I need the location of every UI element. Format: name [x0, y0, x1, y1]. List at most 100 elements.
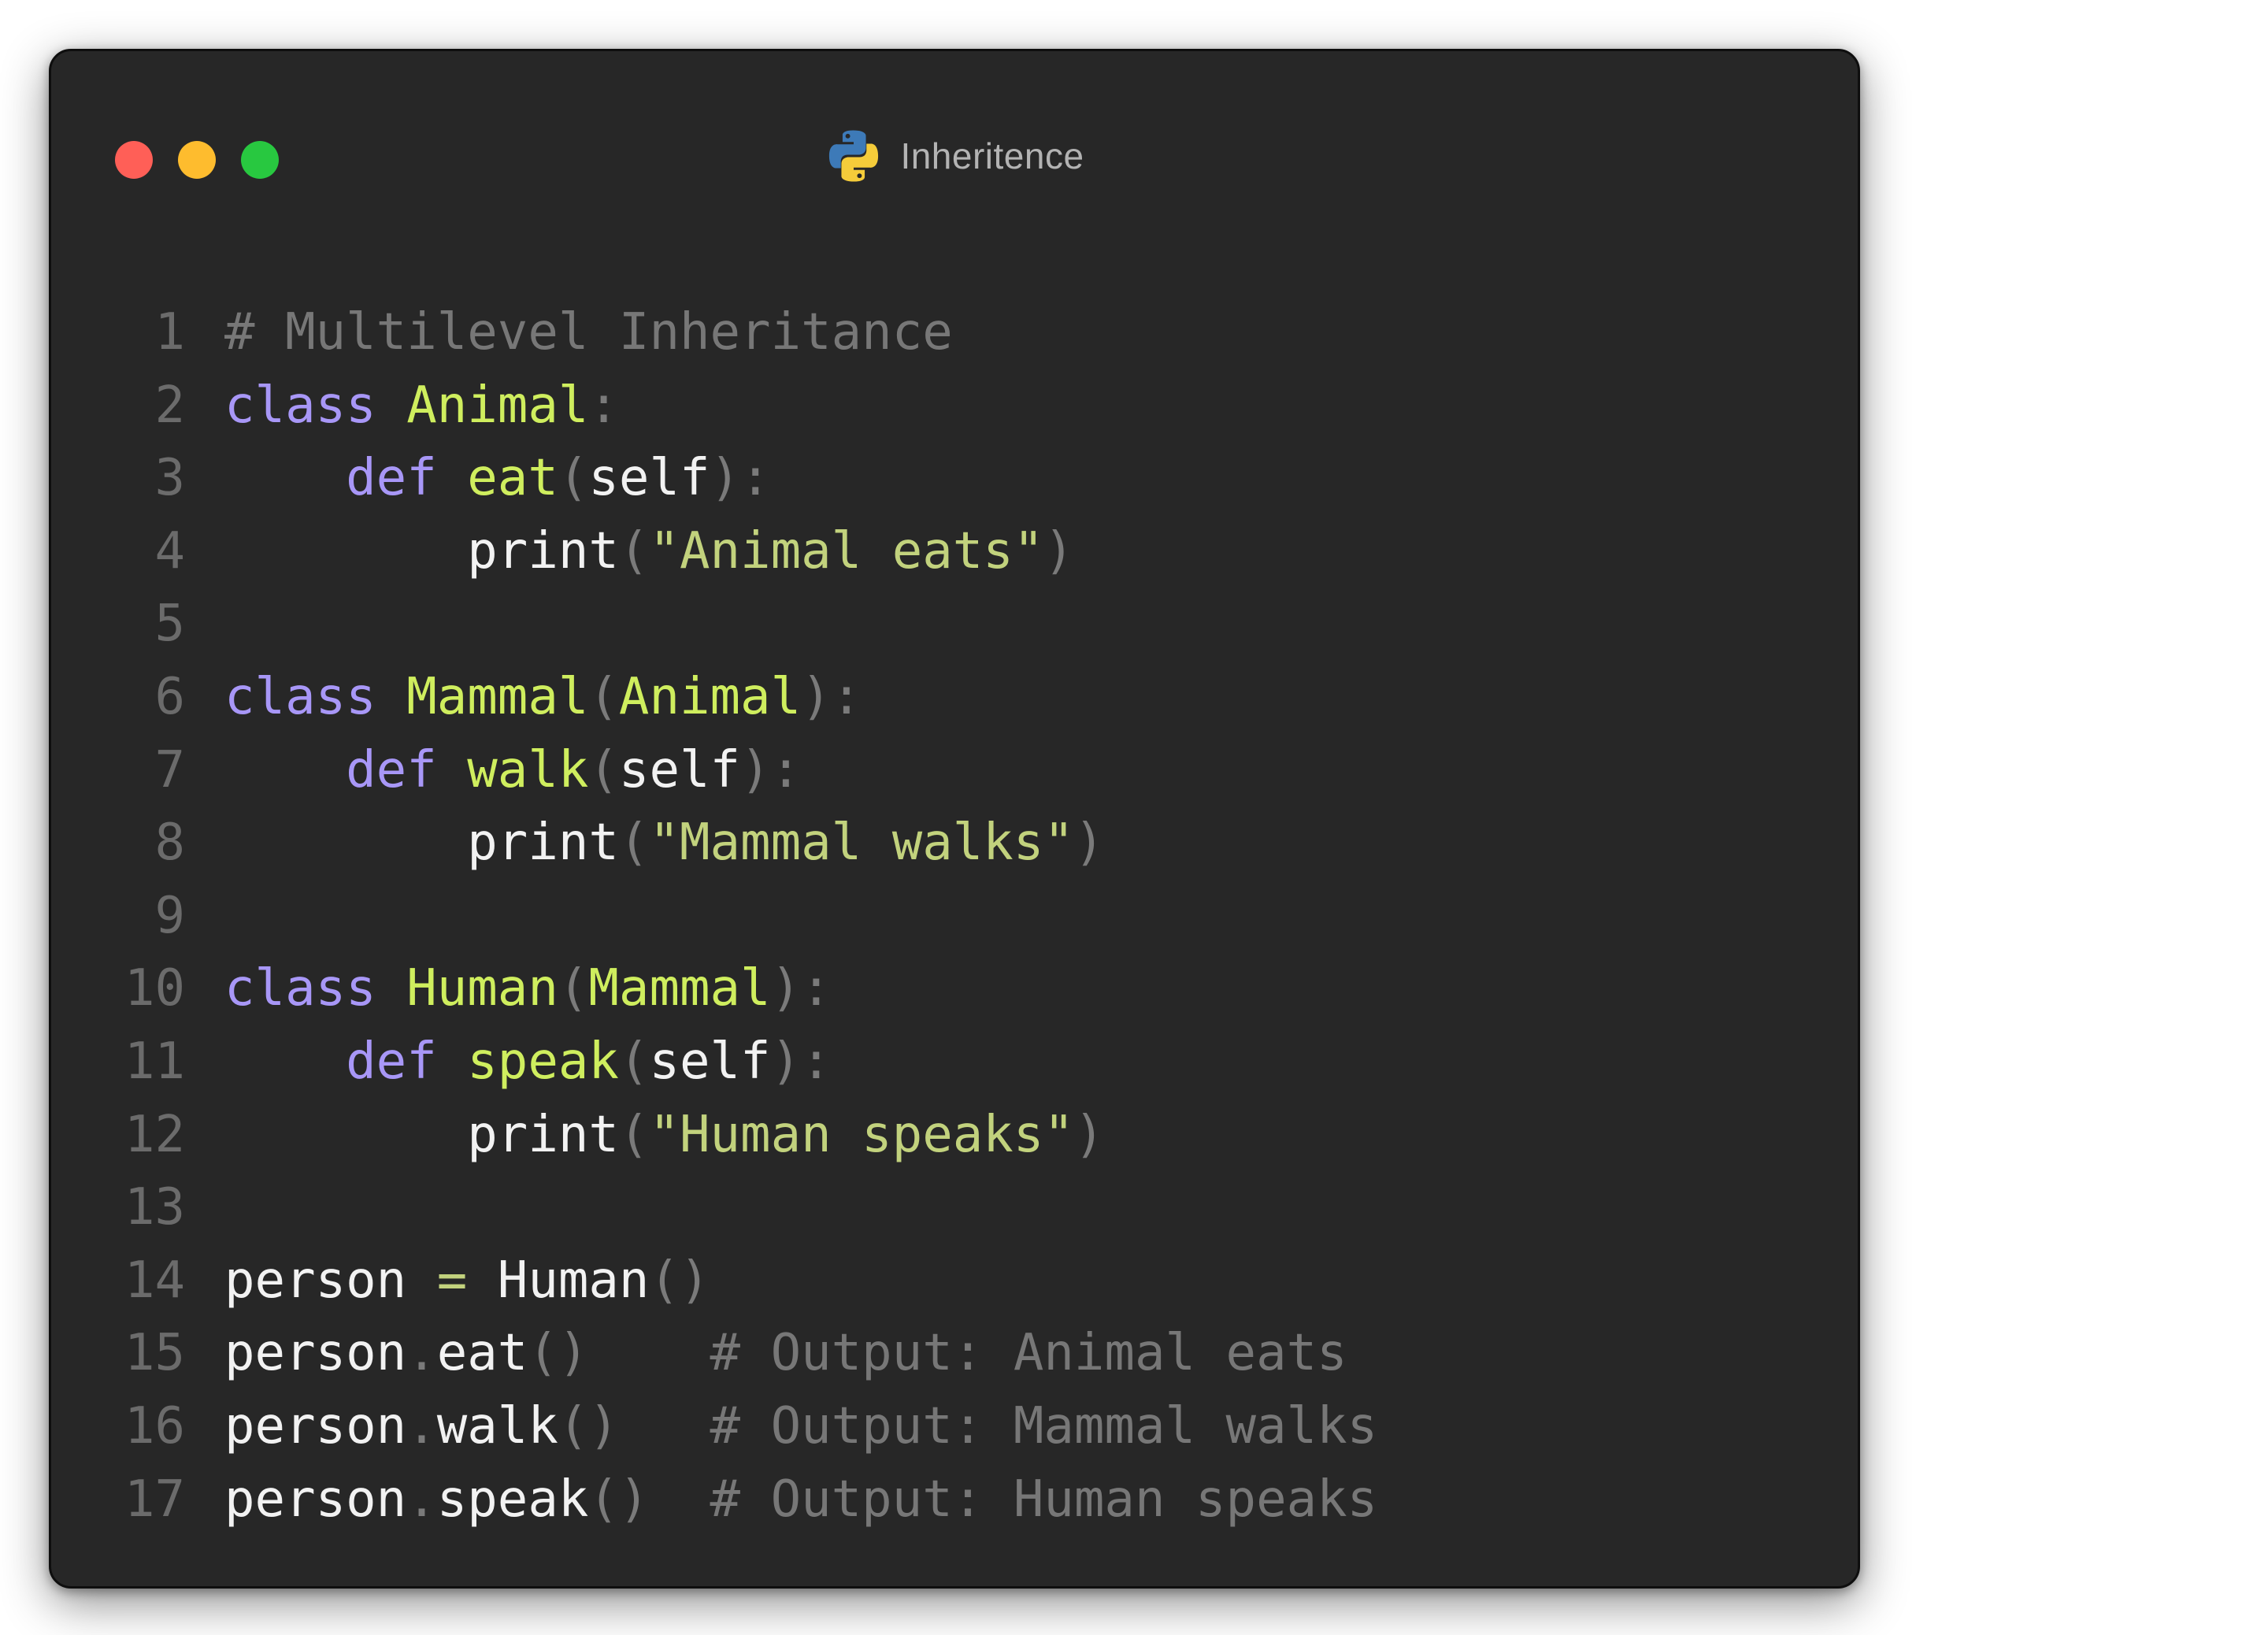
code-token-ws [437, 1033, 468, 1091]
code-token-id: person [224, 1251, 407, 1310]
code-token-kw: class [224, 376, 376, 435]
line-number: 13 [124, 1178, 185, 1237]
code-token-punc: ): [770, 1032, 832, 1091]
code-token-punc: ): [740, 740, 802, 799]
line-number: 8 [154, 814, 185, 873]
code-token-name: Animal [406, 376, 589, 435]
line-number: 15 [124, 1324, 185, 1383]
python-logo-icon [829, 130, 879, 182]
code-token-ws [649, 1470, 710, 1529]
code-token-str: "Animal eats" [649, 521, 1044, 580]
code-text: class Human(Mammal): [224, 952, 832, 1025]
code-text: def speak(self): [224, 1025, 832, 1099]
code-token-punc: . [406, 1324, 437, 1383]
code-window: Inheritence 1 # Multilevel Inheritance 2 cl… [49, 49, 1860, 1589]
line-number: 7 [154, 740, 185, 799]
code-token-punc: ( [558, 449, 589, 508]
code-text: print("Mammal walks") [224, 806, 1104, 880]
code-token-id: person [224, 1470, 407, 1529]
line-number: 10 [124, 959, 185, 1018]
code-line: 3 def eat(self): [51, 442, 1858, 515]
code-token-id: print [467, 814, 619, 873]
code-token-punc: () [528, 1324, 589, 1383]
code-token-punc: ) [1073, 814, 1105, 873]
code-token-ws [437, 449, 468, 507]
code-text: person.eat() # Output: Animal eats [224, 1317, 1347, 1390]
code-token-punc: ): [801, 667, 862, 726]
line-number: 5 [154, 595, 185, 654]
code-line: 5 [51, 588, 1858, 661]
line-number: 9 [154, 886, 185, 945]
code-line: 17 person.speak() # Output: Human speaks [51, 1463, 1858, 1537]
code-token-id: print [467, 521, 619, 580]
code-line: 6 class Mammal(Animal): [51, 661, 1858, 734]
code-token-id: person [224, 1396, 407, 1455]
code-token-str: "Human speaks" [649, 1105, 1074, 1164]
code-line: 7 def walk(self): [51, 734, 1858, 807]
code-token-id: self [618, 740, 741, 799]
code-line: 8 print("Mammal walks") [51, 806, 1858, 880]
code-text: print("Human speaks") [224, 1099, 1104, 1172]
code-token-name: eat [467, 449, 558, 508]
code-text: person.walk() # Output: Mammal walks [224, 1390, 1377, 1463]
code-token-comment: # Output: Animal eats [710, 1324, 1347, 1383]
code-token-punc: . [406, 1470, 437, 1529]
line-number: 12 [124, 1105, 185, 1164]
code-token-ws [224, 814, 467, 872]
code-token-kw: def [346, 1032, 437, 1091]
code-token-ws [406, 1251, 437, 1310]
code-text: # Multilevel Inheritance [224, 296, 953, 369]
code-token-kw: def [346, 449, 437, 508]
code-token-ws [376, 376, 407, 435]
code-line: 14 person = Human() [51, 1244, 1858, 1318]
code-token-ws [224, 449, 346, 507]
code-line: 10 class Human(Mammal): [51, 952, 1858, 1025]
code-token-ws [619, 1397, 710, 1455]
window-title: Inheritence [900, 135, 1084, 176]
code-token-id: self [649, 1032, 771, 1091]
code-text: class Animal: [224, 369, 619, 443]
code-token-punc: ( [588, 740, 619, 799]
line-number: 6 [154, 667, 185, 726]
window-title-group: Inheritence [51, 127, 1858, 185]
code-token-id: Human [497, 1251, 650, 1310]
code-token-punc: . [406, 1396, 437, 1455]
code-token-punc: ( [588, 667, 619, 726]
code-token-punc: ( [558, 959, 589, 1018]
line-number: 4 [154, 521, 185, 580]
code-token-ws [467, 1251, 498, 1310]
line-number: 2 [154, 376, 185, 435]
code-token-ws [437, 741, 468, 799]
line-number: 16 [124, 1396, 185, 1455]
code-token-comment: # Output: Mammal walks [710, 1396, 1378, 1455]
code-text: print("Animal eats") [224, 515, 1074, 588]
code-token-punc: ): [710, 449, 771, 508]
code-text: person.speak() # Output: Human speaks [224, 1463, 1377, 1537]
window-titlebar: Inheritence [51, 51, 1858, 209]
code-token-punc: () [588, 1470, 650, 1529]
code-token-punc: ( [618, 1105, 650, 1164]
code-token-id: self [588, 449, 710, 508]
code-text: def eat(self): [224, 442, 771, 515]
code-token-id: speak [436, 1470, 589, 1529]
code-token-punc: ) [1043, 521, 1074, 580]
code-token-id: print [467, 1105, 619, 1164]
code-line: 2 class Animal: [51, 369, 1858, 443]
code-token-id: walk [436, 1396, 558, 1455]
code-token-punc: () [558, 1396, 619, 1455]
code-token-kw: def [346, 740, 437, 799]
code-text: class Mammal(Animal): [224, 661, 862, 734]
code-token-punc: ) [1073, 1105, 1105, 1164]
code-token-ws [376, 668, 407, 726]
code-token-punc: : [588, 376, 619, 435]
code-token-punc: ( [618, 814, 650, 873]
code-token-id: eat [436, 1324, 528, 1383]
code-token-ws [224, 1106, 467, 1164]
code-token-name: Mammal [588, 959, 771, 1018]
code-token-ws [376, 959, 407, 1018]
code-token-comment: # Output: Human speaks [710, 1470, 1378, 1529]
code-line: 4 print("Animal eats") [51, 515, 1858, 588]
code-token-str: "Mammal walks" [649, 814, 1074, 873]
code-token-ws [224, 522, 467, 580]
code-token-name: Human [406, 959, 558, 1018]
